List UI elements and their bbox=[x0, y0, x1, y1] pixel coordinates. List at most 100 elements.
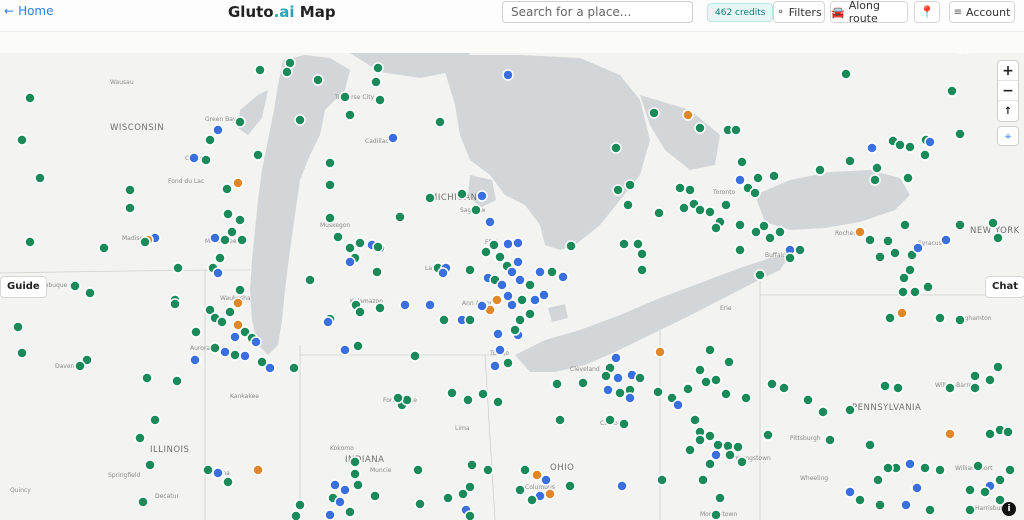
green-marker[interactable] bbox=[754, 269, 766, 281]
green-marker[interactable] bbox=[802, 394, 814, 406]
green-marker[interactable] bbox=[872, 474, 884, 486]
zoom-in-button[interactable]: + bbox=[998, 61, 1018, 81]
blue-marker[interactable] bbox=[610, 352, 622, 364]
blue-marker[interactable] bbox=[494, 344, 506, 356]
green-marker[interactable] bbox=[879, 380, 891, 392]
green-marker[interactable] bbox=[794, 244, 806, 256]
green-marker[interactable] bbox=[409, 350, 421, 362]
green-marker[interactable] bbox=[762, 429, 774, 441]
green-marker[interactable] bbox=[994, 474, 1006, 486]
green-marker[interactable] bbox=[434, 116, 446, 128]
blue-marker[interactable] bbox=[911, 482, 923, 494]
blue-marker[interactable] bbox=[212, 267, 224, 279]
blue-marker[interactable] bbox=[387, 132, 399, 144]
orange-marker[interactable] bbox=[944, 428, 956, 440]
green-marker[interactable] bbox=[344, 109, 356, 121]
green-marker[interactable] bbox=[137, 496, 149, 508]
green-marker[interactable] bbox=[694, 364, 706, 376]
green-marker[interactable] bbox=[134, 432, 146, 444]
blue-marker[interactable] bbox=[512, 256, 524, 268]
blue-marker[interactable] bbox=[496, 279, 508, 291]
green-marker[interactable] bbox=[909, 286, 921, 298]
green-marker[interactable] bbox=[624, 179, 636, 191]
green-marker[interactable] bbox=[730, 124, 742, 136]
green-marker[interactable] bbox=[222, 208, 234, 220]
green-marker[interactable] bbox=[332, 231, 344, 243]
green-marker[interactable] bbox=[778, 382, 790, 394]
green-marker[interactable] bbox=[554, 414, 566, 426]
green-marker[interactable] bbox=[889, 247, 901, 259]
green-marker[interactable] bbox=[704, 344, 716, 356]
blue-marker[interactable] bbox=[534, 266, 546, 278]
green-marker[interactable] bbox=[898, 272, 910, 284]
blue-marker[interactable] bbox=[239, 350, 251, 362]
green-marker[interactable] bbox=[840, 68, 852, 80]
green-marker[interactable] bbox=[704, 430, 716, 442]
filters-button[interactable]: ⚬ Filters bbox=[773, 1, 825, 23]
green-marker[interactable] bbox=[618, 238, 630, 250]
green-marker[interactable] bbox=[684, 444, 696, 456]
green-marker[interactable] bbox=[222, 476, 234, 488]
green-marker[interactable] bbox=[964, 484, 976, 496]
green-marker[interactable] bbox=[817, 406, 829, 418]
green-marker[interactable] bbox=[514, 314, 526, 326]
green-marker[interactable] bbox=[221, 183, 233, 195]
green-marker[interactable] bbox=[371, 266, 383, 278]
green-marker[interactable] bbox=[349, 468, 361, 480]
blue-marker[interactable] bbox=[339, 484, 351, 496]
green-marker[interactable] bbox=[84, 287, 96, 299]
green-marker[interactable] bbox=[987, 217, 999, 229]
blue-marker[interactable] bbox=[219, 346, 231, 358]
green-marker[interactable] bbox=[614, 387, 626, 399]
green-marker[interactable] bbox=[354, 237, 366, 249]
blue-marker[interactable] bbox=[492, 328, 504, 340]
green-marker[interactable] bbox=[674, 182, 686, 194]
zoom-out-button[interactable]: − bbox=[998, 81, 1018, 101]
green-marker[interactable] bbox=[678, 202, 690, 214]
green-marker[interactable] bbox=[992, 232, 1004, 244]
green-marker[interactable] bbox=[618, 418, 630, 430]
green-marker[interactable] bbox=[704, 206, 716, 218]
green-marker[interactable] bbox=[564, 480, 576, 492]
green-marker[interactable] bbox=[700, 376, 712, 388]
green-marker[interactable] bbox=[882, 462, 894, 474]
green-marker[interactable] bbox=[209, 342, 221, 354]
blue-marker[interactable] bbox=[502, 290, 514, 302]
green-marker[interactable] bbox=[784, 252, 796, 264]
orange-marker[interactable] bbox=[854, 226, 866, 238]
green-marker[interactable] bbox=[12, 321, 24, 333]
green-marker[interactable] bbox=[34, 172, 46, 184]
green-marker[interactable] bbox=[190, 326, 202, 338]
green-marker[interactable] bbox=[16, 134, 28, 146]
green-marker[interactable] bbox=[984, 374, 996, 386]
green-marker[interactable] bbox=[697, 474, 709, 486]
green-marker[interactable] bbox=[464, 314, 476, 326]
info-icon[interactable]: i bbox=[1002, 502, 1016, 516]
green-marker[interactable] bbox=[648, 107, 660, 119]
blue-marker[interactable] bbox=[529, 294, 541, 306]
green-marker[interactable] bbox=[774, 226, 786, 238]
green-marker[interactable] bbox=[874, 251, 886, 263]
green-marker[interactable] bbox=[844, 404, 856, 416]
green-marker[interactable] bbox=[524, 308, 536, 320]
green-marker[interactable] bbox=[482, 464, 494, 476]
along-route-button[interactable]: 🚘 Along route bbox=[830, 0, 908, 25]
green-marker[interactable] bbox=[74, 360, 86, 372]
green-marker[interactable] bbox=[723, 356, 735, 368]
green-marker[interactable] bbox=[519, 464, 531, 476]
blue-marker[interactable] bbox=[512, 237, 524, 249]
green-marker[interactable] bbox=[172, 262, 184, 274]
blue-marker[interactable] bbox=[940, 234, 952, 246]
blue-marker[interactable] bbox=[188, 152, 200, 164]
blue-marker[interactable] bbox=[424, 299, 436, 311]
green-marker[interactable] bbox=[234, 214, 246, 226]
green-marker[interactable] bbox=[689, 414, 701, 426]
green-marker[interactable] bbox=[456, 188, 468, 200]
green-marker[interactable] bbox=[854, 494, 866, 506]
green-marker[interactable] bbox=[200, 154, 212, 166]
guide-button[interactable]: Guide bbox=[0, 276, 47, 298]
green-marker[interactable] bbox=[636, 248, 648, 260]
green-marker[interactable] bbox=[204, 134, 216, 146]
green-marker[interactable] bbox=[954, 219, 966, 231]
green-marker[interactable] bbox=[824, 434, 836, 446]
